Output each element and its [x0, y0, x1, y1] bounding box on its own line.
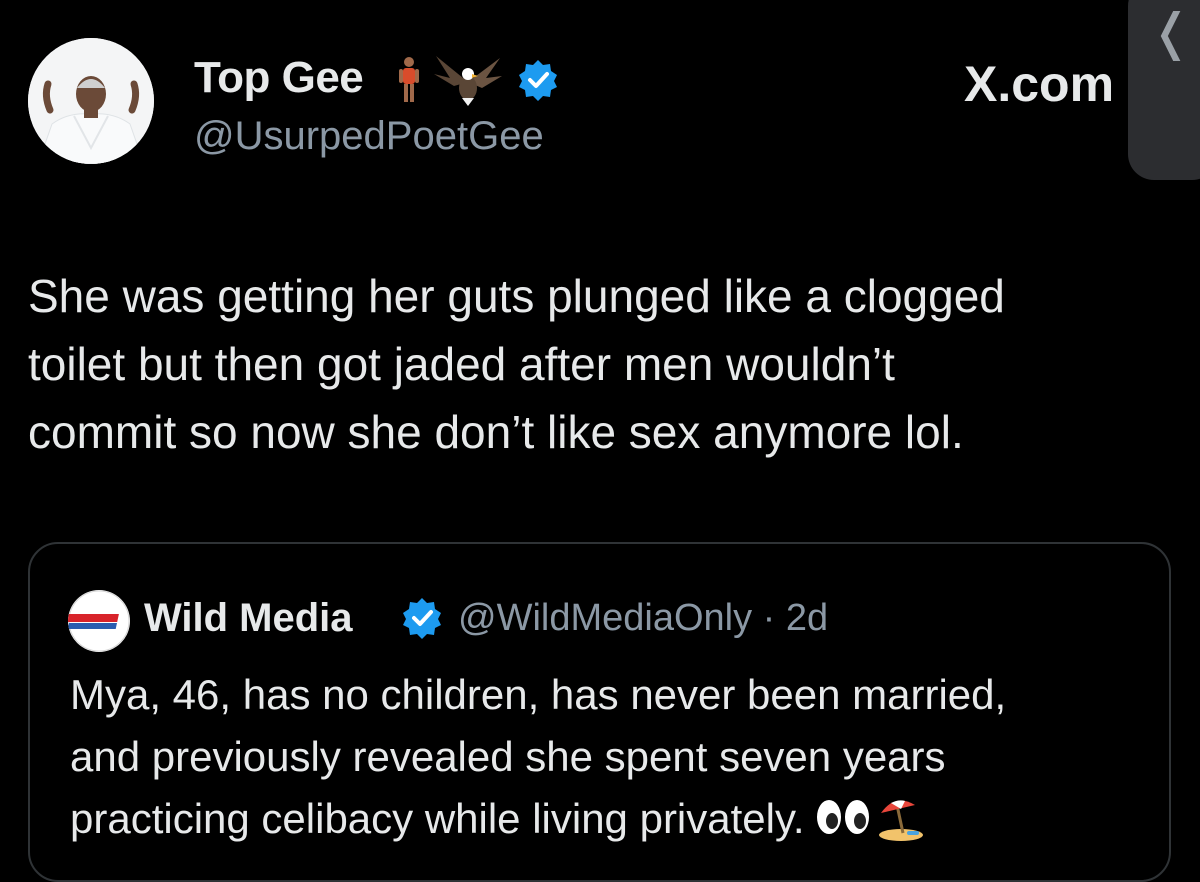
- author-handle[interactable]: @UsurpedPoetGee: [194, 112, 544, 160]
- verified-badge-icon: [403, 598, 441, 639]
- author-avatar[interactable]: [28, 38, 154, 164]
- quoted-author-avatar[interactable]: [68, 590, 130, 652]
- name-emojis: [398, 52, 560, 108]
- quoted-text: Mya, 46, has no children, has never been…: [70, 664, 1160, 850]
- avatar-image: [28, 38, 154, 164]
- wild-media-logo-icon: [68, 590, 130, 652]
- quoted-tweet[interactable]: Wild Media @WildMediaOnly · 2d Mya, 46, …: [28, 542, 1171, 882]
- chevron-left-icon[interactable]: ❬: [1150, 4, 1192, 60]
- author-display-name[interactable]: Top Gee: [194, 52, 364, 104]
- verified-badge-icon[interactable]: [516, 58, 560, 102]
- quoted-handle-and-time[interactable]: @WildMediaOnly · 2d: [458, 594, 828, 642]
- beach-umbrella-icon: [878, 800, 923, 841]
- eagle-icon: [434, 56, 502, 106]
- quoted-display-name[interactable]: Wild Media: [144, 594, 353, 642]
- tweet-card: Top Gee @UsurpedPoetGee X.com ❬ She was …: [0, 0, 1200, 882]
- tweet-text: She was getting her guts plunged like a …: [28, 270, 1005, 458]
- x-logo: X.com: [964, 56, 1115, 112]
- quoted-emojis: [815, 797, 925, 841]
- eyes-icon: [816, 800, 869, 834]
- man-standing-icon: [399, 57, 419, 102]
